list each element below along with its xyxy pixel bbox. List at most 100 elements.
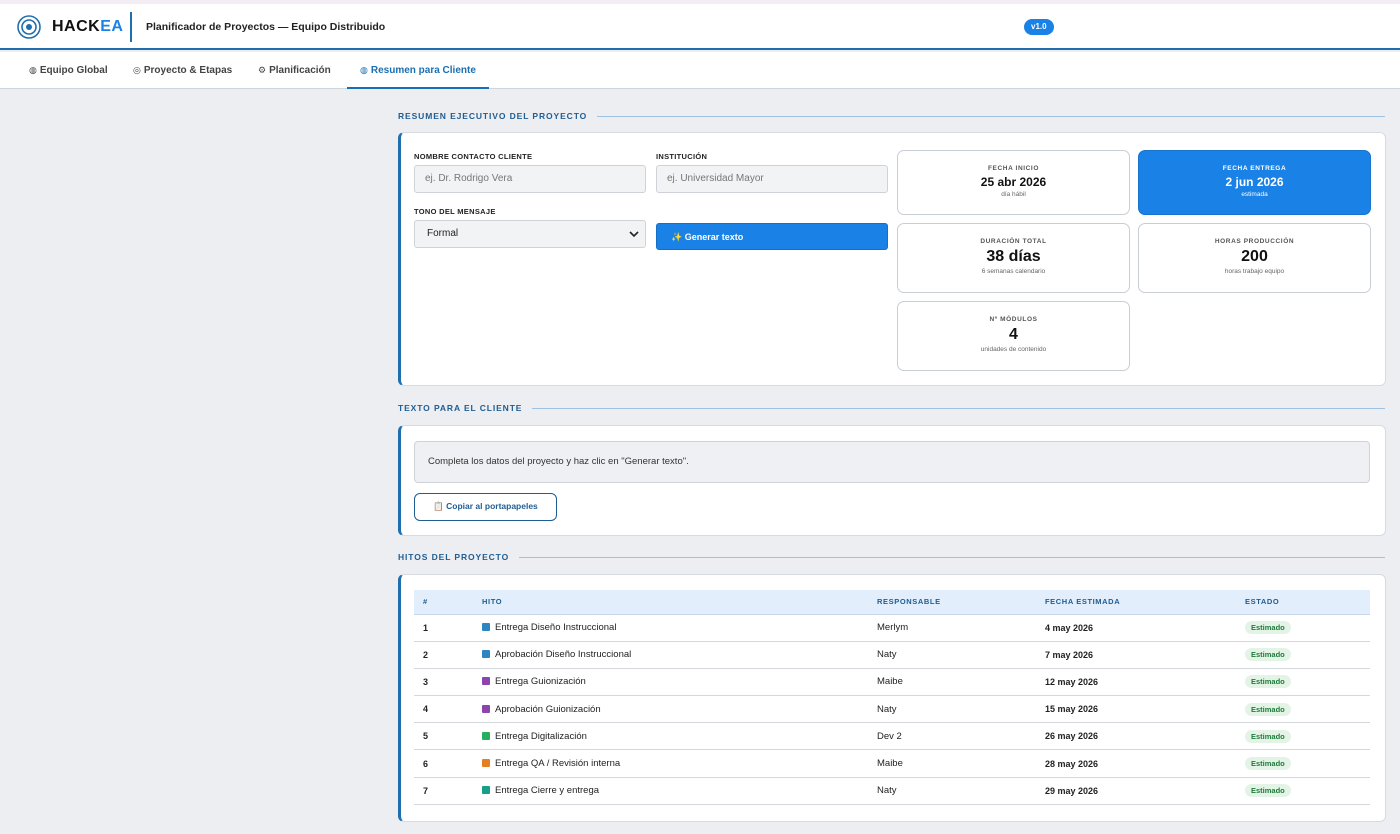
milestone-color-swatch: [482, 786, 490, 795]
row-status: Estimado: [1236, 614, 1370, 642]
milestone-color-swatch: [482, 677, 490, 686]
row-number: 3: [414, 668, 473, 697]
row-status: Estimado: [1236, 695, 1370, 724]
table-header-row: # HITO RESPONSABLE FECHA ESTIMADA ESTADO: [414, 590, 1370, 615]
row-number: 4: [414, 695, 473, 724]
gear-icon: ⚙: [258, 65, 267, 75]
row-date: 29 may 2026: [1036, 777, 1236, 805]
row-milestone: Entrega QA / Revisión interna: [473, 749, 868, 778]
client-text-panel: Completa los datos del proyecto y haz cl…: [398, 425, 1386, 536]
row-date: 7 may 2026: [1036, 641, 1236, 669]
row-status: Estimado: [1236, 722, 1370, 751]
row-status: Estimado: [1236, 777, 1370, 805]
status-badge: Estimado: [1245, 675, 1291, 689]
col-milestone: HITO: [473, 590, 868, 615]
milestone-color-swatch: [482, 650, 490, 659]
milestone-color-swatch: [482, 731, 490, 740]
table-row: 1 Entrega Diseño Instruccional Merlym 4 may…: [414, 614, 1370, 642]
row-date: 15 may 2026: [1036, 695, 1236, 724]
generate-text-button[interactable]: ✨ Generar texto: [656, 223, 888, 250]
row-milestone: Entrega Digitalización: [473, 722, 868, 751]
section-title-summary: RESUMEN EJECUTIVO DEL PROYECTO: [398, 111, 1385, 121]
col-date: FECHA ESTIMADA: [1036, 590, 1236, 615]
row-date: 12 may 2026: [1036, 668, 1236, 697]
status-badge: Estimado: [1245, 702, 1291, 716]
row-number: 6: [414, 749, 473, 778]
tone-value: Formal: [427, 228, 459, 239]
header-divider: [130, 12, 132, 42]
table-row: 6 Entrega QA / Revisión interna Maibe 28 ma…: [414, 749, 1370, 778]
table-row: 5 Entrega Digitalización Dev 2 26 may 2026 E…: [414, 722, 1370, 751]
row-number: 5: [414, 722, 473, 751]
table-row: 2 Aprobación Diseño Instruccional Naty 7 ma…: [414, 641, 1370, 669]
contact-input[interactable]: ej. Dr. Rodrigo Vera: [414, 165, 646, 193]
app-title: Planificador de Proyectos — Equipo Distr…: [146, 21, 386, 33]
row-date: 28 may 2026: [1036, 749, 1236, 778]
table-row: 7 Entrega Cierre y entrega Naty 29 may 2026…: [414, 777, 1370, 805]
milestones-panel: # HITO RESPONSABLE FECHA ESTIMADA ESTADO…: [398, 574, 1386, 822]
row-number: 2: [414, 641, 473, 669]
row-owner: Naty: [868, 641, 1036, 669]
tab-bar: ◍ Equipo Global ◎ Proyecto & Etapas ⚙ Plani…: [0, 52, 1400, 89]
row-milestone: Aprobación Diseño Instruccional: [473, 641, 868, 669]
logo: HACKEA: [52, 18, 124, 35]
stat-total-duration: DURACIÓN TOTAL 38 días 6 semanas calenda…: [897, 223, 1130, 293]
institution-label: INSTITUCIÓN: [656, 152, 708, 161]
copy-to-clipboard-button[interactable]: 📋 Copiar al portapapeles: [414, 493, 557, 521]
row-milestone: Entrega Cierre y entrega: [473, 777, 868, 805]
row-owner: Maibe: [868, 749, 1036, 778]
client-text-output[interactable]: Completa los datos del proyecto y haz cl…: [414, 441, 1370, 483]
milestone-color-swatch: [482, 704, 490, 713]
row-number: 7: [414, 777, 473, 805]
globe-icon: ◍: [360, 65, 368, 75]
tone-label: TONO DEL MENSAJE: [414, 207, 496, 216]
row-status: Estimado: [1236, 668, 1370, 697]
row-milestone: Aprobación Guionización: [473, 695, 868, 724]
stat-start-date: FECHA INICIO 25 abr 2026 día hábil: [897, 150, 1130, 215]
row-date: 4 may 2026: [1036, 614, 1236, 642]
target-icon: ◎: [133, 65, 141, 75]
section-title-client-text: TEXTO PARA EL CLIENTE: [398, 403, 1385, 413]
summary-panel: NOMBRE CONTACTO CLIENTE ej. Dr. Rodrigo …: [398, 132, 1386, 386]
row-status: Estimado: [1236, 641, 1370, 669]
row-milestone: Entrega Guionización: [473, 668, 868, 697]
chevron-down-icon: [629, 231, 639, 238]
status-badge: Estimado: [1245, 648, 1291, 662]
globe-icon: ◍: [29, 65, 37, 75]
stat-delivery-date: FECHA ENTREGA 2 jun 2026 estimada: [1138, 150, 1371, 215]
row-owner: Maibe: [868, 668, 1036, 697]
institution-input[interactable]: ej. Universidad Mayor: [656, 165, 888, 193]
row-milestone: Entrega Diseño Instruccional: [473, 614, 868, 642]
row-number: 1: [414, 614, 473, 642]
col-number: #: [414, 590, 473, 615]
row-status: Estimado: [1236, 749, 1370, 778]
milestone-color-swatch: [482, 759, 490, 768]
stat-module-count: Nº MÓDULOS 4 unidades de contenido: [897, 301, 1130, 371]
app-header: HACKEA Planificador de Proyectos — Equip…: [0, 4, 1400, 50]
status-badge: Estimado: [1245, 784, 1291, 798]
row-owner: Naty: [868, 695, 1036, 724]
row-owner: Naty: [868, 777, 1036, 805]
row-date: 26 may 2026: [1036, 722, 1236, 751]
tab-proyecto-etapas[interactable]: ◎ Proyecto & Etapas: [133, 52, 232, 89]
status-badge: Estimado: [1245, 757, 1291, 771]
row-owner: Merlym: [868, 614, 1036, 642]
row-owner: Dev 2: [868, 722, 1036, 751]
tab-equipo-global[interactable]: ◍ Equipo Global: [29, 52, 108, 89]
tone-select[interactable]: Formal: [414, 220, 646, 248]
col-owner: RESPONSABLE: [868, 590, 1036, 615]
section-title-milestones: HITOS DEL PROYECTO: [398, 552, 1385, 562]
milestones-table: # HITO RESPONSABLE FECHA ESTIMADA ESTADO…: [414, 590, 1370, 805]
version-badge: v1.0: [1024, 19, 1054, 35]
tab-planificacion[interactable]: ⚙ Planificación: [258, 52, 331, 89]
status-badge: Estimado: [1245, 729, 1291, 743]
tab-resumen-cliente[interactable]: ◍ Resumen para Cliente: [347, 52, 489, 89]
status-badge: Estimado: [1245, 621, 1291, 635]
milestone-color-swatch: [482, 623, 490, 632]
col-status: ESTADO: [1236, 590, 1370, 615]
table-row: 4 Aprobación Guionización Naty 15 may 2026 E…: [414, 695, 1370, 724]
logo-target-icon: [17, 15, 41, 39]
stat-production-hours: HORAS PRODUCCIÓN 200 horas trabajo equip…: [1138, 223, 1371, 293]
table-row: 3 Entrega Guionización Maibe 12 may 2026 Est…: [414, 668, 1370, 697]
contact-label: NOMBRE CONTACTO CLIENTE: [414, 152, 533, 161]
